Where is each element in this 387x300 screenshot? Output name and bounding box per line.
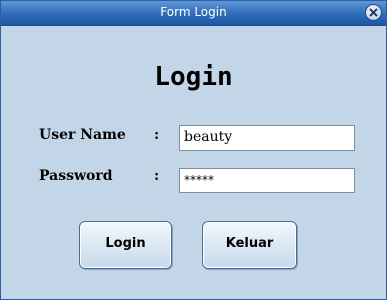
login-button[interactable]: Login — [79, 221, 172, 269]
close-icon — [369, 8, 378, 17]
login-window: Form Login Login User Name : beauty Pass… — [0, 0, 387, 300]
title-bar: Form Login — [1, 1, 386, 26]
password-colon: : — [154, 168, 160, 184]
username-input[interactable]: beauty — [179, 125, 355, 151]
exit-button[interactable]: Keluar — [202, 221, 297, 269]
close-button[interactable] — [365, 4, 382, 21]
username-colon: : — [154, 127, 160, 143]
password-input[interactable]: ***** — [179, 168, 355, 193]
username-label: User Name — [39, 127, 126, 143]
form-heading: Login — [154, 62, 233, 92]
password-label: Password — [39, 168, 113, 184]
window-title: Form Login — [160, 5, 227, 19]
